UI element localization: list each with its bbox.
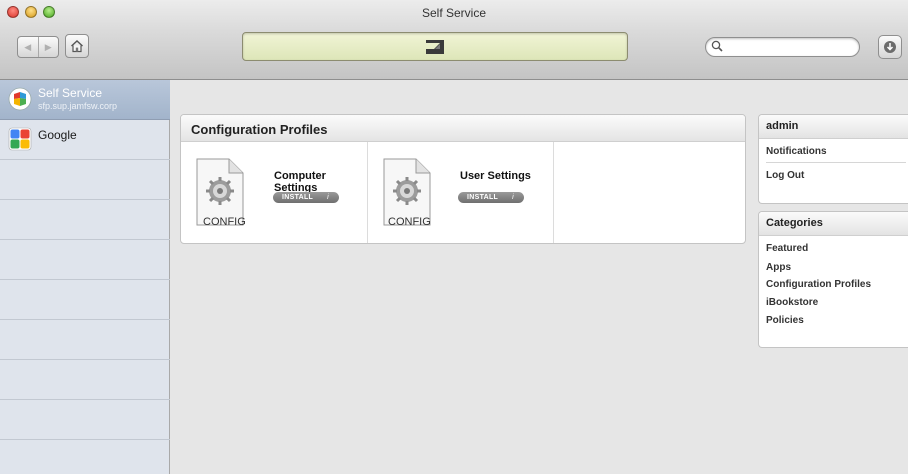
- search-icon: [711, 40, 723, 52]
- sidebar-item-google[interactable]: Google: [0, 120, 170, 160]
- category-featured[interactable]: Featured: [766, 243, 808, 254]
- window-toolbar: Self Service ◀ ▶: [0, 0, 908, 80]
- home-button[interactable]: [65, 34, 89, 58]
- self-service-icon: [8, 87, 32, 111]
- sidebar-empty-row: [0, 160, 170, 200]
- configuration-profiles-panel: Configuration Profiles CONFIG Computer S…: [180, 114, 746, 244]
- config-badge: CONFIG: [388, 216, 431, 228]
- info-icon[interactable]: i: [512, 194, 514, 201]
- category-policies[interactable]: Policies: [766, 315, 804, 326]
- profile-item-computer-settings[interactable]: CONFIG Computer Settings INSTALL i: [181, 142, 368, 243]
- sidebar-empty-row: [0, 400, 170, 440]
- sidebar-item-label: Self Service: [38, 86, 103, 100]
- notifications-link[interactable]: Notifications: [766, 146, 827, 157]
- log-out-link[interactable]: Log Out: [766, 170, 804, 181]
- section-title: Configuration Profiles: [181, 115, 745, 142]
- install-button[interactable]: INSTALL i: [273, 192, 339, 203]
- back-forward-control: ◀ ▶: [17, 36, 59, 58]
- categories-panel: Categories Featured Apps Configuration P…: [758, 211, 908, 348]
- download-icon: [884, 41, 896, 53]
- divider: [766, 162, 906, 163]
- profile-item-user-settings[interactable]: CONFIG User Settings INSTALL i: [368, 142, 554, 243]
- install-label: INSTALL: [467, 194, 499, 201]
- categories-title: Categories: [759, 212, 908, 236]
- window-title: Self Service: [421, 6, 487, 20]
- sidebar-empty-row: [0, 200, 170, 240]
- config-badge: CONFIG: [203, 216, 246, 228]
- sidebar-item-server: sfp.sup.jamfsw.corp: [38, 101, 118, 111]
- back-arrow-icon: ◀: [24, 41, 32, 52]
- category-apps[interactable]: Apps: [766, 262, 791, 273]
- sidebar-empty-row: [0, 280, 170, 320]
- google-icon: [8, 127, 32, 151]
- category-configuration-profiles[interactable]: Configuration Profiles: [766, 279, 871, 290]
- back-button[interactable]: ◀: [18, 37, 38, 57]
- status-display: [242, 32, 628, 61]
- install-button[interactable]: INSTALL i: [458, 192, 524, 203]
- search-input[interactable]: [726, 40, 854, 54]
- download-button[interactable]: [878, 35, 902, 59]
- install-label: INSTALL: [282, 194, 314, 201]
- info-icon[interactable]: i: [327, 194, 329, 201]
- forward-arrow-icon: ▶: [44, 41, 52, 52]
- home-icon: [71, 40, 83, 53]
- sidebar-item-label: Google: [38, 128, 77, 142]
- sidebar: Self Service sfp.sup.jamfsw.corp Google: [0, 80, 170, 474]
- sidebar-empty-row: [0, 360, 170, 400]
- profile-title: User Settings: [460, 170, 531, 182]
- self-service-logo-icon: [426, 39, 444, 54]
- sidebar-empty-row: [0, 240, 170, 280]
- sidebar-item-self-service[interactable]: Self Service sfp.sup.jamfsw.corp: [0, 80, 170, 120]
- forward-button[interactable]: ▶: [37, 37, 59, 57]
- sidebar-empty-row: [0, 320, 170, 360]
- user-panel-title: admin: [759, 115, 908, 139]
- search-field[interactable]: [705, 37, 860, 57]
- category-ibookstore[interactable]: iBookstore: [766, 297, 818, 308]
- user-panel: admin Notifications Log Out: [758, 114, 908, 204]
- profile-title: Computer Settings: [274, 170, 326, 194]
